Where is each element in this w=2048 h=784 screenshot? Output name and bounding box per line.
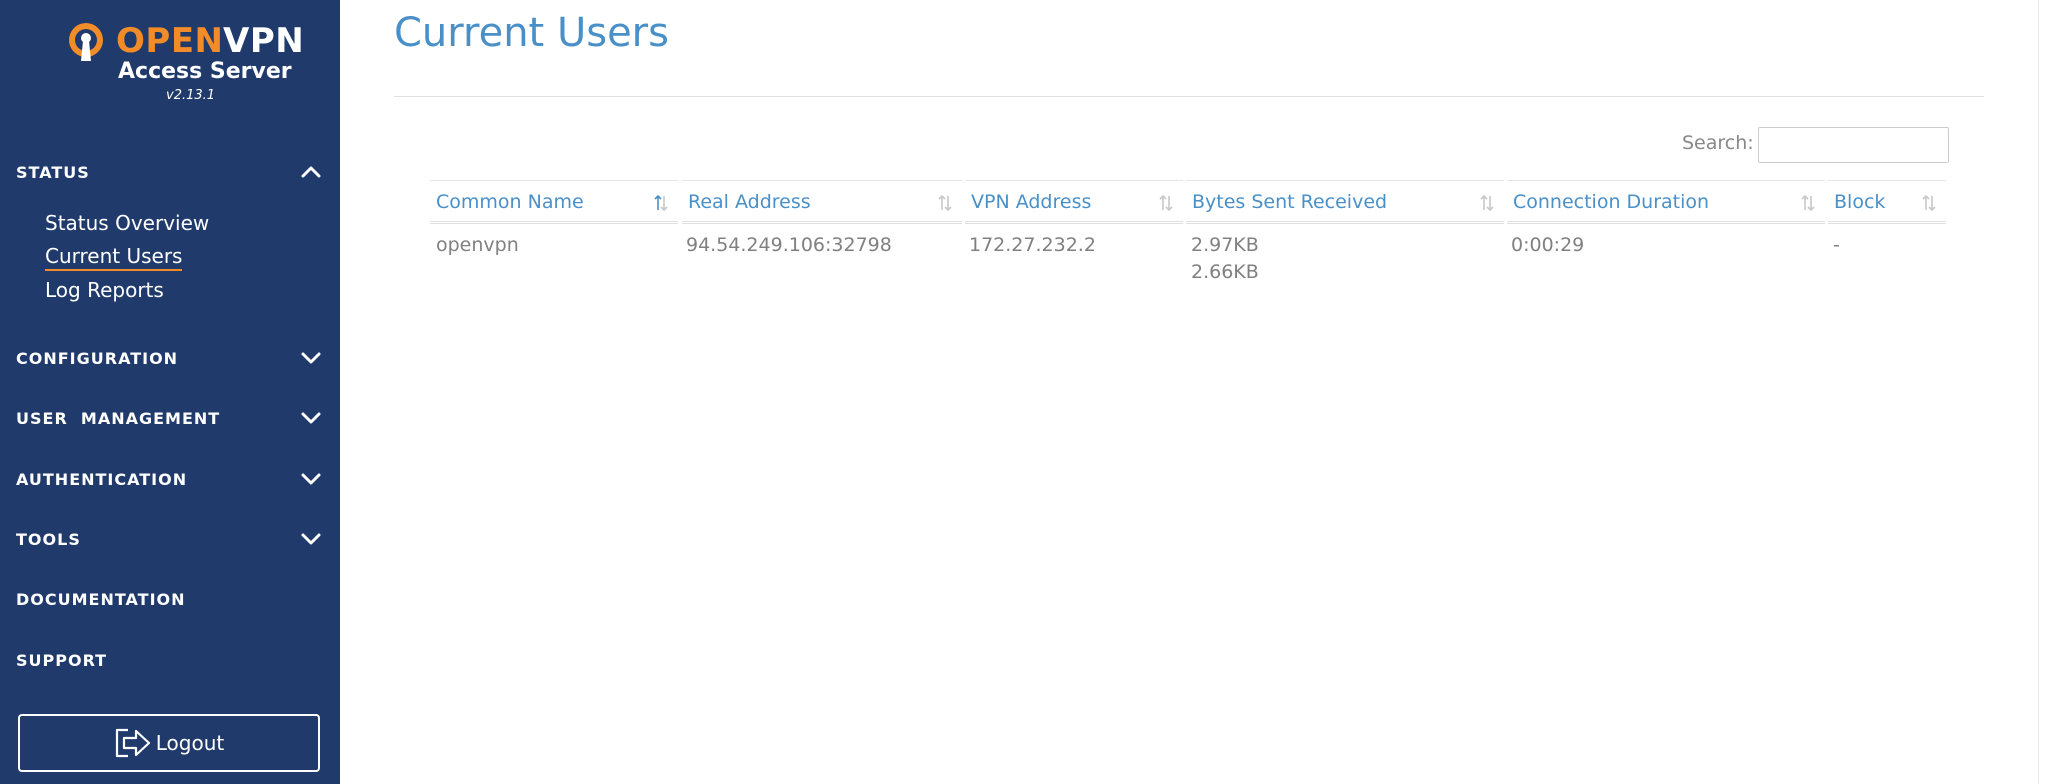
bytes-sent: 2.97KB	[1191, 234, 1259, 256]
sort-icon	[1480, 194, 1494, 212]
openvpn-logo-icon	[69, 23, 103, 61]
chevron-down-icon	[301, 352, 321, 364]
nav-section-label: DOCUMENTATION	[16, 590, 186, 609]
nav-link-support[interactable]: SUPPORT	[0, 640, 340, 680]
nav-section-tools[interactable]: TOOLS	[0, 519, 340, 559]
sort-icon	[1159, 194, 1173, 212]
chevron-down-icon	[301, 473, 321, 485]
column-header-label: Connection Duration	[1513, 191, 1710, 213]
sort-ascending-icon	[654, 194, 668, 212]
openvpn-logo[interactable]: OPEN VPN Access Server v2.13.1	[66, 20, 304, 110]
nav-section-authentication[interactable]: AUTHENTICATION	[0, 459, 340, 499]
nav-section-label: TOOLS	[16, 530, 81, 549]
column-header-label: Bytes Sent Received	[1192, 191, 1388, 213]
logo-product-name: Access Server	[118, 59, 292, 84]
bytes-received: 2.66KB	[1191, 261, 1259, 283]
sort-icon	[938, 194, 952, 212]
table-header: Common Name Real Address VPN Address Byt…	[430, 180, 1948, 224]
sidebar-item-status-overview[interactable]: Status Overview	[45, 209, 209, 237]
logout-icon	[115, 728, 150, 758]
cell-common-name: openvpn	[436, 234, 519, 256]
sidebar-item-current-users[interactable]: Current Users	[45, 243, 183, 271]
column-header-label: VPN Address	[971, 191, 1092, 213]
column-header-label: Common Name	[436, 191, 584, 213]
nav-section-label: STATUS	[16, 163, 90, 182]
nav-section-configuration[interactable]: CONFIGURATION	[0, 338, 340, 378]
current-users-table: Common Name Real Address VPN Address Byt…	[430, 180, 1948, 294]
nav-section-user-management[interactable]: USER MANAGEMENT	[0, 398, 340, 438]
logout-label: Logout	[155, 731, 225, 755]
column-header-bytes-sent-received[interactable]: Bytes Sent Received	[1186, 180, 1504, 224]
logo-text-vpn: VPN	[223, 21, 305, 61]
nav-section-label: AUTHENTICATION	[16, 470, 188, 489]
table-row: openvpn 94.54.249.106:32798 172.27.232.2…	[430, 224, 1948, 294]
cell-block: -	[1833, 234, 1840, 256]
sort-icon	[1801, 194, 1815, 212]
version-label: v2.13.1	[166, 88, 216, 103]
sidebar-item-log-reports[interactable]: Log Reports	[45, 276, 164, 304]
nav-link-documentation[interactable]: DOCUMENTATION	[0, 579, 340, 619]
nav-section-label: USER MANAGEMENT	[16, 409, 221, 428]
chevron-down-icon	[301, 412, 321, 424]
title-divider	[394, 96, 1984, 97]
page-title: Current Users	[394, 10, 669, 56]
cell-vpn-address: 172.27.232.2	[969, 234, 1096, 256]
cell-real-address: 94.54.249.106:32798	[686, 234, 892, 256]
logout-button[interactable]: Logout	[18, 714, 320, 772]
chevron-up-icon	[301, 166, 321, 178]
column-header-common-name[interactable]: Common Name	[430, 180, 678, 224]
cell-bytes: 2.97KB 2.66KB	[1191, 224, 1259, 286]
search-label: Search:	[1682, 132, 1754, 154]
cell-connection-duration: 0:00:29	[1511, 234, 1585, 256]
nav-section-label: SUPPORT	[16, 651, 108, 670]
logo-text-open: OPEN	[116, 21, 224, 61]
column-header-label: Block	[1834, 191, 1886, 213]
sidebar: OPEN VPN Access Server v2.13.1 STATUS St…	[0, 0, 340, 784]
column-header-connection-duration[interactable]: Connection Duration	[1507, 180, 1825, 224]
scrollbar-track[interactable]	[2038, 0, 2039, 784]
column-header-vpn-address[interactable]: VPN Address	[965, 180, 1183, 224]
search-input[interactable]	[1758, 127, 1949, 163]
sort-icon	[1922, 194, 1936, 212]
column-header-label: Real Address	[688, 191, 811, 213]
nav-section-label: CONFIGURATION	[16, 349, 179, 368]
app-window: OPEN VPN Access Server v2.13.1 STATUS St…	[0, 0, 2048, 784]
nav-section-status[interactable]: STATUS	[0, 152, 340, 192]
column-header-real-address[interactable]: Real Address	[682, 180, 962, 224]
column-header-block[interactable]: Block	[1828, 180, 1946, 224]
chevron-down-icon	[301, 533, 321, 545]
